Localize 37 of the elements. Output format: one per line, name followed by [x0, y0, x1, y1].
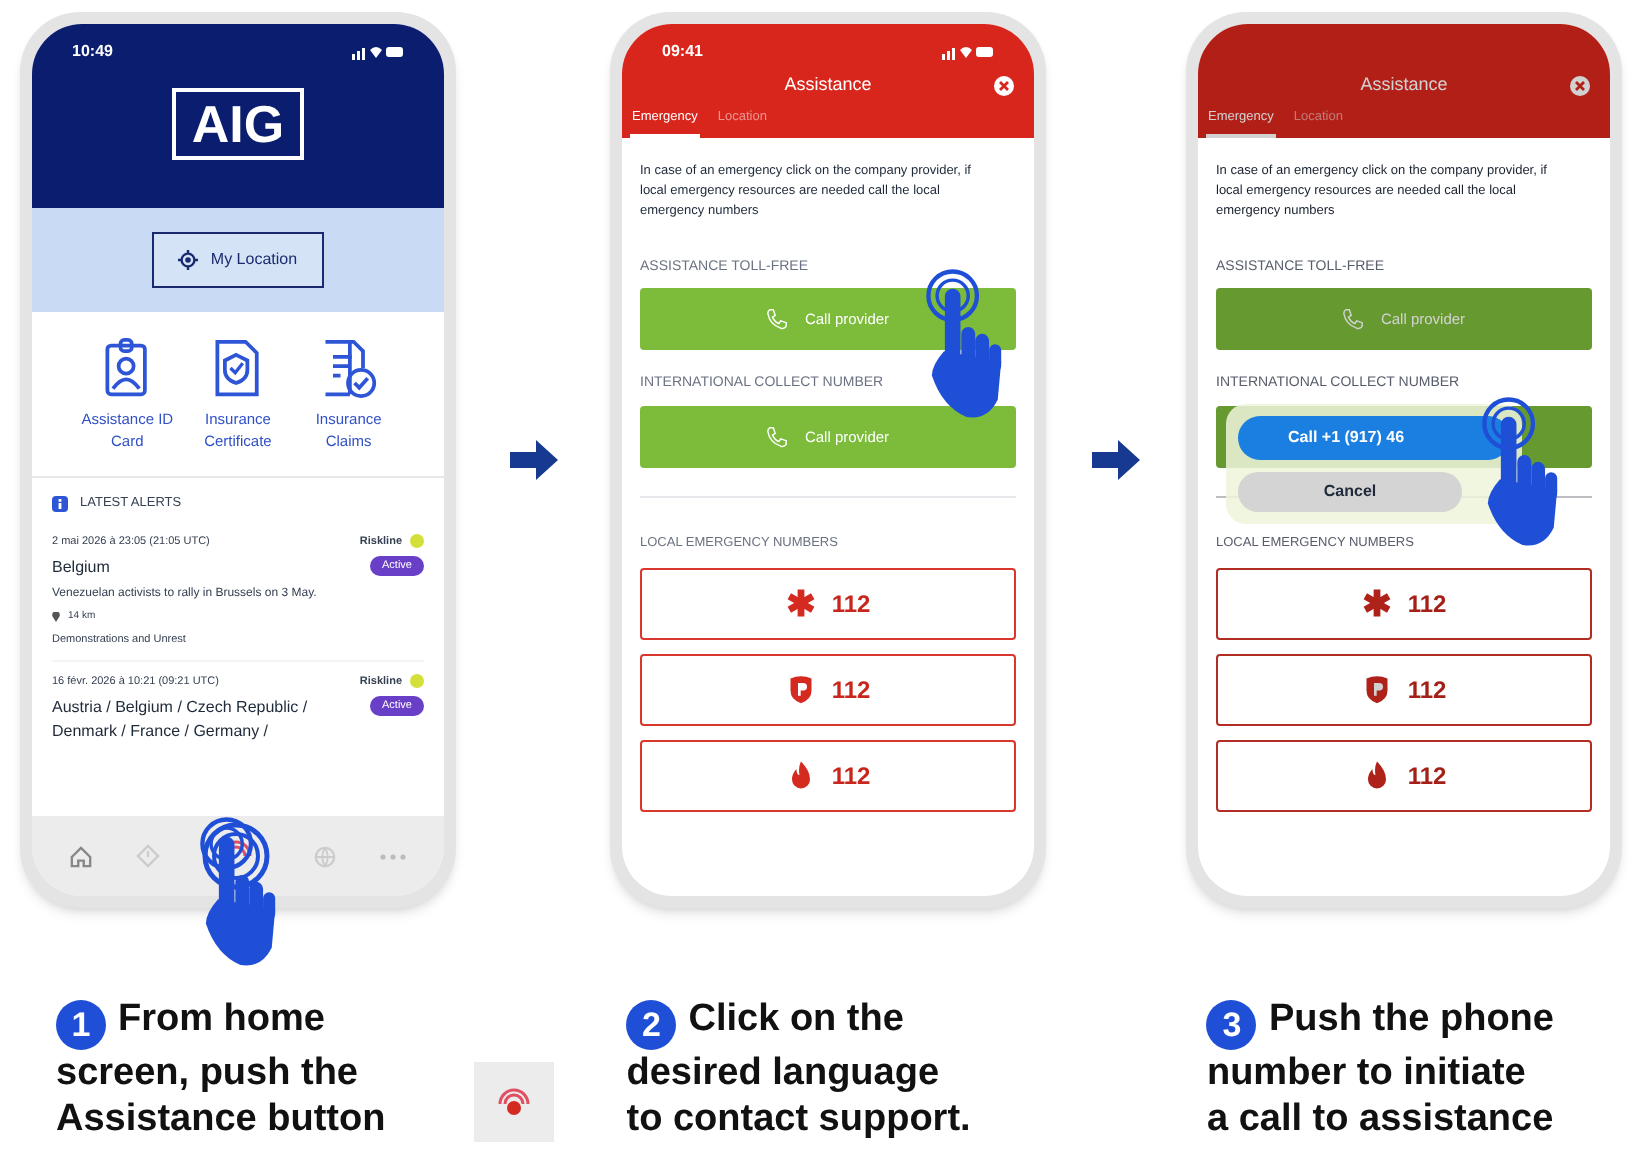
close-icon[interactable] [994, 76, 1014, 96]
asterisk-icon [1361, 588, 1392, 618]
assistance-tab-icon[interactable] [202, 822, 271, 890]
emergency-number-button[interactable]: 112 [640, 653, 1016, 725]
arrow-icon [509, 440, 557, 480]
alert-title: Belgium [52, 556, 110, 580]
close-icon[interactable] [1570, 76, 1590, 96]
cancel-button[interactable]: Cancel [1238, 472, 1462, 512]
more-icon[interactable] [380, 853, 407, 859]
my-location-button[interactable]: My Location [152, 232, 324, 288]
alert-title: Austria / Belgium / Czech Republic / Denmark / France / Germany / [52, 696, 310, 744]
emergency-number-button[interactable]: 112 [640, 739, 1016, 811]
status-icons [942, 44, 994, 60]
step-caption: 2 Click on the desired language to contact support. [626, 996, 973, 1142]
emergency-number-button[interactable]: 112 [1216, 567, 1592, 639]
phone-icon [1342, 308, 1365, 331]
phone-icon [766, 425, 789, 448]
status-time: 09:41 [662, 40, 703, 64]
emergency-number-button[interactable]: 112 [640, 567, 1016, 639]
status-icons [352, 44, 404, 60]
location-pin-icon [52, 612, 60, 623]
screen-title: Assistance [1360, 72, 1448, 99]
arrow-icon [1092, 440, 1140, 480]
status-time: 10:49 [72, 40, 113, 64]
step-caption: 3 Push the phone number to initiate a call to assistance [1206, 996, 1556, 1142]
crosshair-icon [178, 250, 199, 270]
shield-icon [1361, 674, 1392, 704]
emergency-number-button[interactable]: 112 [1216, 739, 1592, 811]
home-icon[interactable] [69, 845, 92, 867]
asterisk-icon [785, 588, 816, 618]
emergency-number-button[interactable]: 112 [1216, 653, 1592, 725]
shield-icon [785, 674, 816, 704]
logo: AIG [171, 88, 305, 160]
screen-title: Assistance [784, 72, 872, 99]
info-icon [52, 495, 68, 512]
step-caption: 1 From home screen, push the Assistance button [56, 996, 388, 1142]
phone-icon [766, 308, 789, 331]
